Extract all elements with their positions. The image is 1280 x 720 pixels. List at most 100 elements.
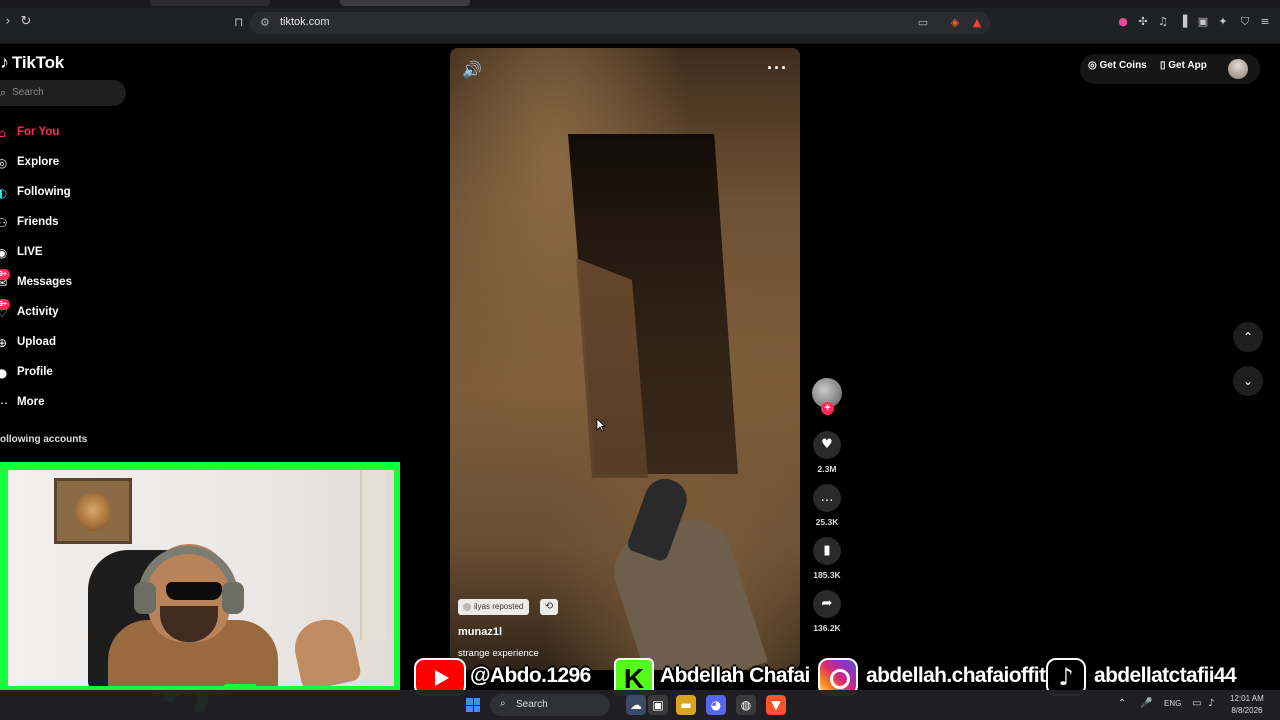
sidebar-item-label: Upload xyxy=(17,336,56,348)
webcam-door xyxy=(360,470,386,640)
clock-time: 12:01 AM xyxy=(1230,694,1264,703)
sidebar-item-more[interactable]: ⋯ More xyxy=(0,388,140,418)
webcam-overlay xyxy=(0,462,400,692)
repost-icon[interactable]: ⟲ xyxy=(540,599,558,615)
wallet-icon[interactable]: ▣ xyxy=(1196,15,1210,29)
sidebar-item-label: Explore xyxy=(17,156,60,168)
sidebar-item-label: LIVE xyxy=(17,246,43,258)
sidebar-item-label: Profile xyxy=(17,366,53,378)
comment-icon[interactable]: … xyxy=(813,484,841,512)
user-avatar[interactable] xyxy=(1228,59,1248,79)
cast-icon[interactable]: ▭ xyxy=(916,16,930,30)
search-icon: ⌕ xyxy=(0,86,7,99)
more-options-icon[interactable]: ··· xyxy=(767,58,788,79)
extensions-puzzle-icon[interactable]: ✣ xyxy=(1136,15,1150,29)
video-author[interactable]: munaz1l xyxy=(458,626,502,638)
get-coins-label: Get Coins xyxy=(1099,60,1147,71)
site-info-icon[interactable]: ⚙ xyxy=(260,16,270,29)
sidebar-item-for-you[interactable]: ⌂ For You xyxy=(0,118,140,148)
heart-icon[interactable]: ♥ xyxy=(813,431,841,459)
mouse-cursor-icon xyxy=(596,418,606,432)
search-input[interactable]: ⌕ Search xyxy=(0,80,126,106)
sidebar-item-label: Following xyxy=(17,186,71,198)
next-video-chevron-down-icon[interactable]: ⌄ xyxy=(1233,366,1263,396)
headset-earcup-right xyxy=(222,582,244,614)
upload-icon: ⊕ xyxy=(0,336,8,350)
sidebar-item-messages[interactable]: ✉ 9+ Messages xyxy=(0,268,140,298)
video-player[interactable]: 🔊 ··· ilyas reposted ⟲ munaz1l strange e… xyxy=(450,48,800,670)
sidebar-item-live[interactable]: ◉ LIVE xyxy=(0,238,140,268)
clock-date: 8/8/2026 xyxy=(1231,706,1263,715)
sidebar-item-label: Friends xyxy=(17,216,59,228)
more-icon: ⋯ xyxy=(0,396,8,410)
vpn-icon[interactable]: ⛉ xyxy=(1238,15,1252,29)
browser-toolbar: › ↻ ⊓ ⚙ tiktok.com ▭ ◈ ▲ ● ✣ ♫ ▐ ▣ ✦ ⛉ ≡ xyxy=(0,0,1280,44)
friends-icon: ⚇ xyxy=(0,216,8,230)
browser-tab[interactable] xyxy=(150,0,270,6)
task-view-icon[interactable]: ▣ xyxy=(648,695,668,715)
instagram-handle: abdellah.chafaioffitid xyxy=(866,664,1063,687)
following-accounts-heading: ollowing accounts xyxy=(0,434,88,445)
brave-browser-icon[interactable]: ▼ xyxy=(766,695,786,715)
share-icon[interactable]: ➦ xyxy=(813,590,841,618)
bookmark-icon[interactable]: ▮ xyxy=(813,537,841,565)
tiktok-logo-icon: ♪ xyxy=(0,52,9,72)
windows-start-icon[interactable] xyxy=(466,698,480,712)
sidebar-item-activity[interactable]: ♡ 9+ Activity xyxy=(0,298,140,328)
comment-count: 25.3K xyxy=(815,517,839,527)
monitor-icon[interactable]: ▭ xyxy=(1192,698,1201,709)
compass-icon: ◎ xyxy=(0,156,8,170)
following-icon: ◐ xyxy=(0,186,8,200)
sidebar-item-following[interactable]: ◐ Following xyxy=(0,178,140,208)
kick-handle: Abdellah Chafai xyxy=(660,664,810,687)
media-icon[interactable]: ♫ xyxy=(1156,15,1170,29)
volume-icon[interactable]: 🔊 xyxy=(462,60,482,79)
share-action[interactable]: ➦ 136.2K xyxy=(812,590,842,633)
tiktok-handle: abdellatctafii44 xyxy=(1094,664,1237,687)
volume-icon[interactable]: ♪ xyxy=(1208,698,1214,709)
discord-icon[interactable]: ◕ xyxy=(706,695,726,715)
tray-overflow-chevron-icon[interactable]: ⌃ xyxy=(1118,698,1126,709)
search-placeholder: Search xyxy=(12,87,44,98)
menu-icon[interactable]: ≡ xyxy=(1258,15,1272,29)
repost-label[interactable]: ilyas reposted xyxy=(458,599,530,615)
leo-ai-icon[interactable]: ✦ xyxy=(1216,15,1230,29)
sidebar-item-label: Messages xyxy=(17,276,72,288)
sidebar-item-friends[interactable]: ⚇ Friends xyxy=(0,208,140,238)
get-app-label: Get App xyxy=(1168,60,1207,71)
sidebar-item-profile[interactable]: ● Profile xyxy=(0,358,140,388)
back-icon[interactable]: › xyxy=(0,14,16,30)
taskbar-search[interactable]: ⌕ Search xyxy=(490,694,610,716)
bookmark-icon[interactable]: ⊓ xyxy=(234,15,243,29)
comment-action[interactable]: … 25.3K xyxy=(812,484,842,527)
sidebar-item-explore[interactable]: ◎ Explore xyxy=(0,148,140,178)
tiktok-logo[interactable]: ♪ TikTok xyxy=(0,52,64,73)
like-action[interactable]: ♥ 2.3M xyxy=(812,431,842,474)
screen: › ↻ ⊓ ⚙ tiktok.com ▭ ◈ ▲ ● ✣ ♫ ▐ ▣ ✦ ⛉ ≡… xyxy=(0,0,1280,720)
file-explorer-icon[interactable]: ▬ xyxy=(676,695,696,715)
save-count: 185.3K xyxy=(813,570,841,580)
follow-plus-icon[interactable]: + xyxy=(821,402,834,415)
sidebar-item-upload[interactable]: ⊕ Upload xyxy=(0,328,140,358)
get-app-button[interactable]: ▯ Get App xyxy=(1160,60,1207,71)
previous-video-chevron-up-icon[interactable]: ⌃ xyxy=(1233,322,1263,352)
save-action[interactable]: ▮ 185.3K xyxy=(812,537,842,580)
extension-icon[interactable]: ● xyxy=(1116,15,1130,29)
system-clock[interactable]: 12:01 AM 8/8/2026 xyxy=(1230,693,1264,717)
lion-picture-frame xyxy=(54,478,132,544)
address-bar[interactable]: ⊓ ⚙ tiktok.com ▭ ◈ ▲ xyxy=(234,12,990,34)
lion-image xyxy=(75,493,111,531)
reload-icon[interactable]: ↻ xyxy=(18,14,34,30)
widgets-icon[interactable]: ☁ xyxy=(626,695,646,715)
taskbar-search-label: Search xyxy=(516,699,548,710)
sidebar-toggle-icon[interactable]: ▐ xyxy=(1176,15,1190,29)
brave-shield-icon[interactable]: ◈ xyxy=(948,16,962,30)
browser-tab-active[interactable] xyxy=(340,0,470,6)
language-indicator[interactable]: ENG xyxy=(1164,699,1181,708)
logo-text: TikTok xyxy=(12,52,65,72)
obs-icon[interactable]: ◍ xyxy=(736,695,756,715)
microphone-icon[interactable]: 🎤 xyxy=(1140,698,1152,709)
get-coins-button[interactable]: ◎ Get Coins xyxy=(1088,60,1147,71)
profile-icon: ● xyxy=(0,366,8,380)
brave-rewards-icon[interactable]: ▲ xyxy=(970,16,984,30)
